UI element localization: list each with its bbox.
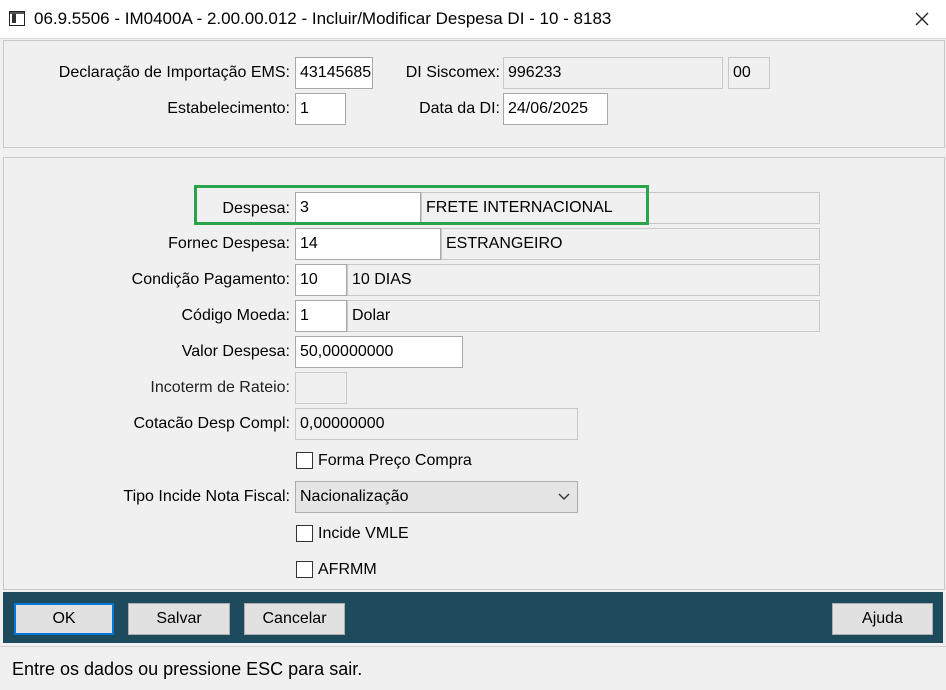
tipo-incide-select[interactable]: Nacionalização xyxy=(295,481,578,513)
forma-preco-label[interactable]: Forma Preço Compra xyxy=(318,452,472,470)
ok-button[interactable]: OK xyxy=(14,603,114,635)
di-siscomex-suffix-field[interactable]: 00 xyxy=(728,57,770,89)
cancelar-button[interactable]: Cancelar xyxy=(244,603,345,635)
estabelecimento-label: Estabelecimento: xyxy=(167,100,290,117)
cotacao-field: 0,00000000 xyxy=(295,408,578,440)
afrmm-label[interactable]: AFRMM xyxy=(318,561,377,579)
moeda-label: Código Moeda: xyxy=(181,307,290,324)
incide-vmle-checkbox[interactable] xyxy=(296,525,313,542)
condicao-label: Condição Pagamento: xyxy=(131,271,290,288)
title-bar: 06.9.5506 - IM0400A - 2.00.00.012 - Incl… xyxy=(0,0,946,39)
di-siscomex-field[interactable]: 996233 xyxy=(503,57,723,89)
status-bar: Entre os dados ou pressione ESC para sai… xyxy=(0,646,946,690)
header-group xyxy=(3,40,945,148)
tipo-incide-label: Tipo Incide Nota Fiscal: xyxy=(123,488,290,505)
incoterm-label: Incoterm de Rateio: xyxy=(150,379,290,396)
data-di-label: Data da DI: xyxy=(419,100,500,117)
incide-vmle-label[interactable]: Incide VMLE xyxy=(318,525,409,543)
moeda-desc-field: Dolar xyxy=(347,300,820,332)
cotacao-label: Cotacão Desp Compl: xyxy=(133,415,290,432)
afrmm-checkbox[interactable] xyxy=(296,561,313,578)
status-text: Entre os dados ou pressione ESC para sai… xyxy=(12,659,363,679)
di-siscomex-label: DI Siscomex: xyxy=(405,64,500,81)
valor-field[interactable]: 50,00000000 xyxy=(295,336,463,368)
fornec-desc-field: ESTRANGEIRO xyxy=(441,228,820,260)
incoterm-field xyxy=(295,372,347,404)
chevron-down-icon xyxy=(558,493,570,500)
salvar-button[interactable]: Salvar xyxy=(128,603,230,635)
di-ems-field[interactable]: 43145685 xyxy=(295,57,373,89)
forma-preco-checkbox[interactable] xyxy=(296,452,313,469)
close-icon xyxy=(915,12,929,26)
window-title: 06.9.5506 - IM0400A - 2.00.00.012 - Incl… xyxy=(34,9,612,28)
moeda-code-field[interactable]: 1 xyxy=(295,300,347,332)
fornec-label: Fornec Despesa: xyxy=(168,235,290,252)
highlight-box xyxy=(194,185,649,225)
tipo-incide-value: Nacionalização xyxy=(300,488,409,505)
estabelecimento-field[interactable]: 1 xyxy=(295,93,346,125)
data-di-field[interactable]: 24/06/2025 xyxy=(503,93,608,125)
valor-label: Valor Despesa: xyxy=(181,343,290,360)
condicao-desc-field: 10 DIAS xyxy=(347,264,820,296)
window-icon xyxy=(9,11,25,26)
close-button[interactable] xyxy=(898,0,946,38)
fornec-code-field[interactable]: 14 xyxy=(295,228,441,260)
condicao-code-field[interactable]: 10 xyxy=(295,264,347,296)
ajuda-button[interactable]: Ajuda xyxy=(832,603,933,635)
di-ems-label: Declaração de Importação EMS: xyxy=(58,64,290,81)
